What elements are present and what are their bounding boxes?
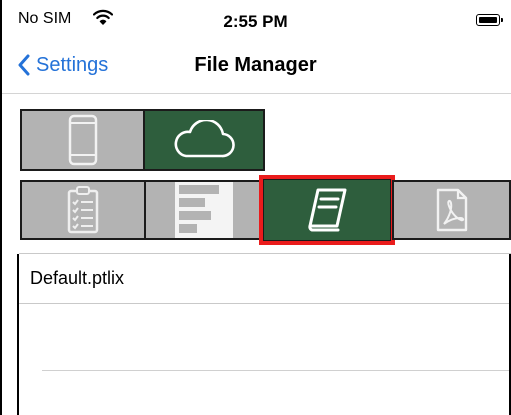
file-name: Default.ptlix (30, 268, 125, 288)
tab-manuals[interactable] (259, 175, 395, 245)
phone-icon (68, 114, 97, 166)
battery-icon (476, 14, 503, 26)
pdf-icon (436, 188, 467, 232)
list-item[interactable]: Default.ptlix (19, 254, 511, 304)
page-title: File Manager (194, 54, 317, 76)
file-list: Default.ptlix (19, 253, 511, 415)
frame-left-edge (0, 0, 2, 415)
frame-left-inner-edge (17, 254, 19, 415)
tab-device-storage[interactable] (20, 109, 145, 171)
tab-reports[interactable] (144, 180, 264, 240)
screen: No SIM 2:55 PM Settings File Manager Def… (0, 0, 511, 415)
list-separator (42, 370, 511, 371)
navigation-bar: Settings File Manager (0, 40, 511, 94)
book-icon (308, 188, 347, 232)
status-bar: No SIM 2:55 PM (0, 0, 511, 40)
tab-pdf-documents[interactable] (392, 180, 511, 240)
tab-cloud-storage[interactable] (143, 109, 265, 171)
clipboard-checklist-icon (67, 186, 99, 234)
tab-checklists[interactable] (20, 180, 146, 240)
report-icon (175, 182, 233, 238)
cloud-icon (174, 120, 235, 158)
clock: 2:55 PM (223, 12, 288, 31)
file-manager-content: Default.ptlix (0, 94, 511, 415)
